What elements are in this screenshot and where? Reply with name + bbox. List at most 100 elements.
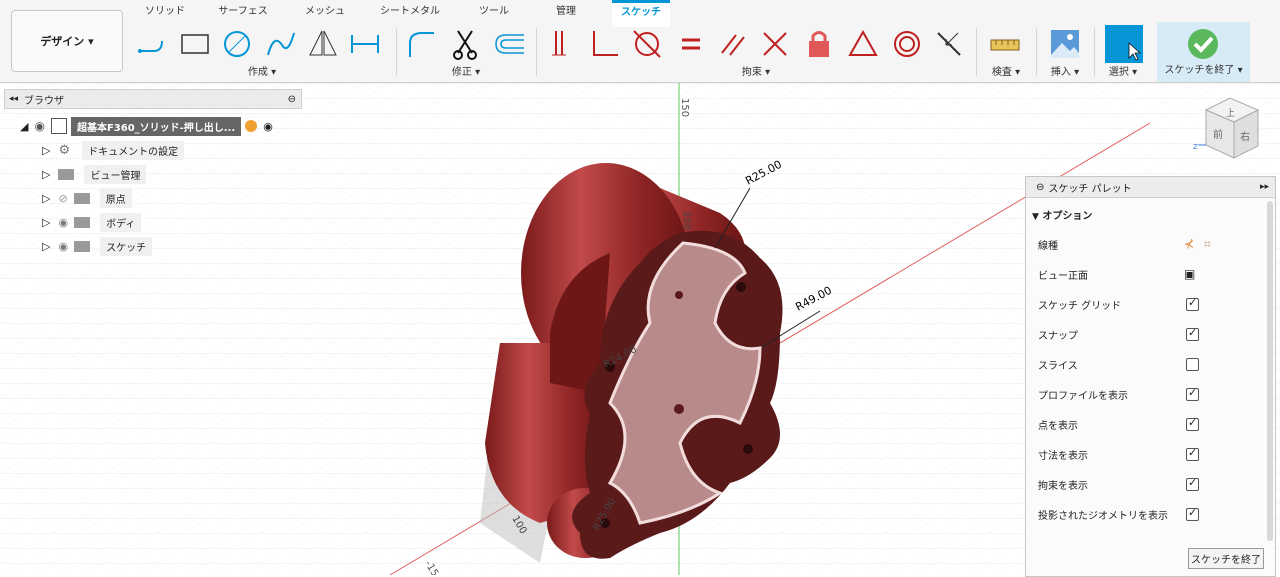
visibility-eye-icon[interactable]: ◉	[58, 216, 68, 229]
select-tool-icon[interactable]	[1105, 25, 1143, 63]
palette-header[interactable]: ⊖ スケッチ パレット ▸▸	[1026, 177, 1275, 198]
group-create: 作成 ▾	[132, 24, 392, 82]
root-component-name[interactable]: 超基本F360_ソリッド-押し出し...	[70, 116, 242, 136]
activate-radio-icon[interactable]: ◉	[263, 120, 273, 133]
offset-tool-icon[interactable]	[492, 27, 526, 61]
collinear-constraint-icon[interactable]	[758, 27, 792, 61]
active-sketch-badge-icon	[245, 120, 258, 132]
expand-triangle-icon[interactable]: ▷	[42, 192, 50, 205]
viewcube-right-label: 右	[1240, 130, 1250, 143]
insert-image-icon[interactable]	[1048, 27, 1082, 61]
spline-tool-icon[interactable]	[264, 27, 298, 61]
trim-tool-icon[interactable]	[448, 27, 482, 61]
option-slice: スライス	[1038, 349, 1263, 379]
visibility-eye-icon[interactable]: ◉	[58, 240, 68, 253]
workspace-switcher-button[interactable]: デザイン ▾	[11, 10, 123, 72]
ribbon-toolbar: デザイン ▾ ソリッド サーフェス メッシュ シートメタル ツール 管理 スケッ…	[0, 0, 1280, 83]
midpoint-constraint-icon[interactable]	[932, 27, 966, 61]
coincident-constraint-icon[interactable]	[544, 27, 578, 61]
centerline-icon[interactable]: ⌗	[1204, 237, 1211, 252]
tangent-constraint-icon[interactable]	[630, 27, 664, 61]
finish-sketch-group[interactable]: スケッチを終了 ▾	[1157, 22, 1250, 82]
hidden-eye-icon[interactable]: ⊘	[58, 192, 67, 205]
collapse-triangle-icon[interactable]: ◢	[20, 120, 28, 133]
option-label: 線種	[1038, 240, 1058, 252]
group-select-label[interactable]: 選択 ▾	[1100, 63, 1146, 78]
options-section-header[interactable]: ▼ オプション	[1032, 207, 1092, 222]
tab-solid[interactable]: ソリッド	[138, 0, 192, 24]
palette-title: スケッチ パレット	[1048, 183, 1132, 195]
option-label: 点を表示	[1038, 420, 1078, 432]
browser-item-document-settings[interactable]: ▷ ⚙ ドキュメントの設定	[42, 140, 185, 160]
group-inspect-label[interactable]: 検査 ▾	[982, 63, 1030, 78]
palette-minimize-icon[interactable]: ⊖	[1036, 182, 1044, 193]
group-insert-label[interactable]: 挿入 ▾	[1042, 63, 1088, 78]
visibility-eye-icon[interactable]: ◉	[34, 119, 44, 133]
group-create-label[interactable]: 作成 ▾	[132, 63, 392, 78]
folder-icon	[74, 216, 91, 228]
rectangle-tool-icon[interactable]	[178, 27, 212, 61]
dimension-tool-icon[interactable]	[348, 27, 382, 61]
sketch-grid-checkbox[interactable]	[1186, 296, 1199, 311]
tab-mesh[interactable]: メッシュ	[298, 0, 352, 24]
option-label: 拘束を表示	[1038, 480, 1088, 492]
option-show-projected-geometry: 投影されたジオメトリを表示	[1038, 499, 1263, 529]
browser-title: ブラウザ	[24, 95, 65, 107]
group-constraints: 拘束 ▾	[540, 24, 972, 82]
palette-expand-icon[interactable]: ▸▸	[1260, 182, 1269, 192]
sketch-palette: ⊖ スケッチ パレット ▸▸ ▼ オプション 線種 ⊀ ⌗ ビュー正面 ▣ スケ…	[1025, 176, 1276, 577]
show-points-checkbox[interactable]	[1186, 416, 1199, 431]
circle-tool-icon[interactable]	[220, 27, 254, 61]
measure-tool-icon[interactable]	[988, 27, 1022, 61]
construction-line-icon[interactable]: ⊀	[1184, 237, 1194, 251]
browser-item-bodies[interactable]: ▷ ◉ ボディ	[42, 212, 142, 232]
snap-checkbox[interactable]	[1186, 326, 1199, 341]
group-modify-label[interactable]: 修正 ▾	[400, 63, 532, 78]
mirror-tool-icon[interactable]	[306, 27, 340, 61]
svg-text:Z: Z	[1193, 143, 1198, 151]
browser-item-named-views[interactable]: ▷ ビュー管理	[42, 164, 147, 184]
group-constraints-label[interactable]: 拘束 ▾	[540, 63, 972, 78]
finish-sketch-label[interactable]: スケッチを終了 ▾	[1157, 61, 1250, 76]
equal-constraint-icon[interactable]	[674, 27, 708, 61]
expand-triangle-icon[interactable]: ▷	[42, 168, 50, 181]
show-dimensions-checkbox[interactable]	[1186, 446, 1199, 461]
folder-icon	[74, 240, 91, 252]
tab-tools[interactable]: ツール	[468, 0, 520, 24]
line-tool-icon[interactable]	[136, 27, 170, 61]
finish-sketch-check-icon[interactable]	[1186, 27, 1220, 61]
browser-item-origin[interactable]: ▷ ⊘ 原点	[42, 188, 132, 208]
finish-sketch-button[interactable]: スケッチを終了	[1188, 548, 1264, 569]
show-constraints-checkbox[interactable]	[1186, 476, 1199, 491]
tab-surface[interactable]: サーフェス	[214, 0, 272, 24]
viewcube-top-label: 上	[1226, 108, 1235, 119]
look-at-icon[interactable]: ▣	[1184, 267, 1195, 281]
tab-manage[interactable]: 管理	[542, 0, 590, 24]
expand-triangle-icon[interactable]: ▷	[42, 216, 50, 229]
browser-root-node[interactable]: ◢ ◉ 超基本F360_ソリッド-押し出し... ◉	[20, 116, 273, 136]
expand-triangle-icon[interactable]: ▷	[42, 144, 50, 157]
tab-sketch[interactable]: スケッチ	[612, 0, 670, 27]
section-collapse-icon[interactable]: ▼	[1032, 212, 1039, 222]
concentric-constraint-icon[interactable]	[890, 27, 924, 61]
slice-checkbox[interactable]	[1186, 357, 1199, 371]
collapse-browser-icon[interactable]: ◂◂	[9, 94, 18, 104]
browser-minimize-icon[interactable]: ⊖	[288, 94, 296, 105]
tab-sheet-metal[interactable]: シートメタル	[376, 0, 444, 24]
option-look-at: ビュー正面 ▣	[1038, 259, 1263, 289]
perpendicular-constraint-icon[interactable]	[588, 27, 622, 61]
show-projected-geometry-checkbox[interactable]	[1186, 506, 1199, 521]
fillet-tool-icon[interactable]	[404, 27, 438, 61]
option-label: 寸法を表示	[1038, 450, 1088, 462]
option-label: スナップ	[1038, 330, 1078, 342]
browser-header[interactable]: ◂◂ ブラウザ ⊖	[4, 89, 302, 109]
fix-constraint-icon[interactable]	[802, 27, 836, 61]
palette-scrollbar[interactable]	[1267, 201, 1273, 541]
browser-item-sketches[interactable]: ▷ ◉ スケッチ	[42, 236, 153, 256]
option-snap: スナップ	[1038, 319, 1263, 349]
horizontal-vertical-constraint-icon[interactable]	[846, 27, 880, 61]
show-profile-checkbox[interactable]	[1186, 386, 1199, 401]
dim-100-v: 100	[681, 211, 692, 230]
parallel-constraint-icon[interactable]	[716, 27, 750, 61]
expand-triangle-icon[interactable]: ▷	[42, 240, 50, 253]
